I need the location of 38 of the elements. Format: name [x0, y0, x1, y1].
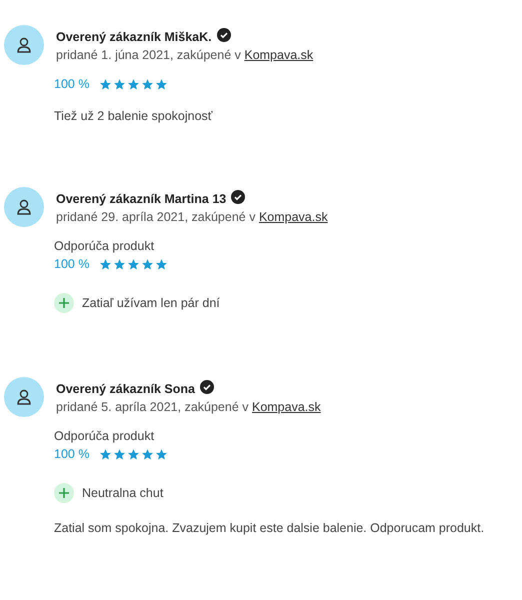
reviewer-name: Overený zákazník Sona [56, 382, 195, 396]
avatar-icon [4, 25, 44, 65]
avatar-icon [4, 377, 44, 417]
pro-text: Zatiaľ užívam len pár dní [82, 296, 220, 310]
star-icon [155, 78, 168, 90]
reviewer-name: Overený zákazník Martina 13 [56, 192, 226, 206]
star-icon [141, 78, 154, 90]
review-text: Tiež už 2 balenie spokojnosť [54, 109, 212, 123]
star-icon [127, 78, 140, 90]
star-icon [141, 448, 154, 460]
store-link[interactable]: Kompava.sk [258, 210, 328, 224]
star-icon [155, 448, 168, 460]
rating-percent: 100 % [54, 447, 90, 461]
star-icon [127, 258, 140, 270]
star-icon [127, 448, 140, 460]
store-link[interactable]: Kompava.sk [244, 48, 314, 62]
recommendation-text: Odporúča produkt [54, 429, 154, 443]
star-icon [99, 258, 112, 270]
star-icon [155, 258, 168, 270]
rating-percent: 100 % [54, 257, 90, 271]
plus-icon [54, 293, 74, 313]
review-meta: pridané 5. apríla 2021, zakúpené v [56, 400, 248, 414]
review-text: Zatial som spokojna. Zvazujem kupit este dalsie balenie. Odporucam produkt. [54, 521, 484, 535]
pro-text: Neutralna chut [82, 486, 164, 500]
review-meta: pridané 1. júna 2021, zakúpené v [56, 48, 241, 62]
star-icon [99, 78, 112, 90]
star-icon [113, 448, 126, 460]
star-icon [113, 78, 126, 90]
avatar-icon [4, 187, 44, 227]
plus-icon [54, 483, 74, 503]
store-link[interactable]: Kompava.sk [252, 400, 321, 414]
recommendation-text: Odporúča produkt [54, 239, 154, 253]
rating-percent: 100 % [54, 77, 90, 91]
reviewer-name: Overený zákazník MiškaK. [56, 30, 212, 44]
star-icon [99, 448, 112, 460]
star-icon [141, 258, 154, 270]
review-meta: pridané 29. apríla 2021, zakúpené v [56, 210, 256, 224]
star-icon [113, 258, 126, 270]
